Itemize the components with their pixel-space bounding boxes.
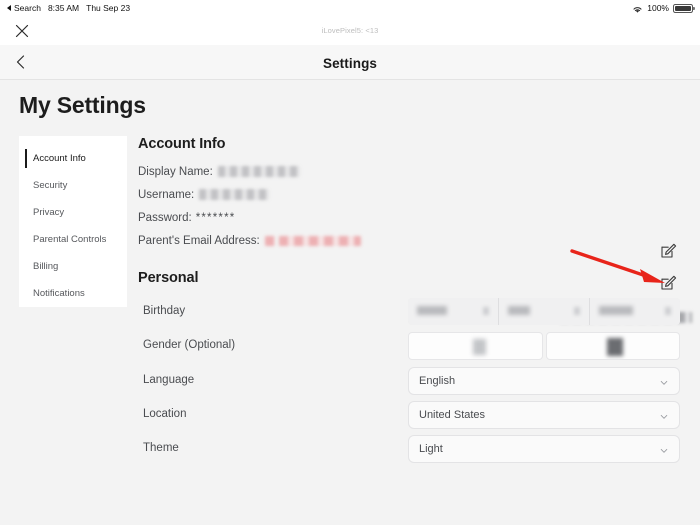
chevron-down-icon: [660, 412, 668, 420]
account-info-section: Account Info Display Name: Username: Pas…: [138, 136, 683, 252]
language-label: Language: [143, 374, 195, 386]
sidebar-item-label: Notifications: [33, 288, 85, 299]
theme-selected-value: Light: [419, 442, 443, 455]
status-bar-time: 8:35 AM: [47, 3, 80, 13]
form-row-location: Location United States: [138, 397, 683, 431]
battery-percent-label: 100%: [647, 3, 669, 13]
settings-page: My Settings Account Info Security Privac…: [0, 80, 700, 525]
parent-email-value-redacted-a: [264, 235, 275, 246]
gender-segment-right[interactable]: [545, 331, 680, 360]
ios-status-bar: Search 8:35 AM Thu Sep 23 100%: [0, 0, 700, 16]
birthday-label: Birthday: [143, 305, 186, 317]
chevron-down-icon: [483, 306, 489, 315]
form-row-theme: Theme Light: [138, 431, 683, 465]
form-row-birthday: Birthday: [138, 294, 683, 328]
birthday-segmented-control[interactable]: [408, 297, 680, 325]
sidebar-item-label: Billing: [33, 261, 59, 272]
location-label: Location: [143, 408, 187, 420]
gender-left-value-redacted: [472, 338, 486, 355]
sidebar-item-label: Account Info: [33, 153, 86, 164]
chevron-down-icon: [574, 306, 580, 315]
gender-field[interactable]: [408, 331, 680, 360]
birthday-day-value-redacted: [508, 305, 530, 315]
username-label: Username:: [138, 188, 195, 201]
battery-fill: [675, 5, 691, 11]
sidebar-item-label: Security: [33, 180, 68, 191]
birthday-month-value-redacted: [417, 305, 447, 315]
account-info-heading: Account Info: [138, 136, 226, 152]
status-bar-right: 100%: [632, 3, 695, 14]
edit-button-username[interactable]: [660, 274, 677, 291]
app-name-label: iLovePixel5: <13: [321, 26, 379, 35]
chevron-down-icon: [665, 306, 671, 315]
birthday-day-segment[interactable]: [499, 297, 590, 325]
password-label: Password:: [138, 211, 192, 224]
theme-field[interactable]: Light: [408, 434, 680, 463]
chevron-down-icon: [660, 378, 668, 386]
app-root: Search 8:35 AM Thu Sep 23 100% iLovePixe…: [0, 0, 700, 525]
birthday-year-segment[interactable]: [590, 297, 680, 325]
status-bar-left: Search 8:35 AM Thu Sep 23: [7, 3, 130, 13]
sidebar-item-privacy[interactable]: Privacy: [19, 199, 127, 226]
my-settings-heading: My Settings: [19, 92, 146, 118]
birthday-field[interactable]: [408, 297, 680, 325]
gender-segmented-control[interactable]: [408, 331, 680, 360]
language-selected-value: English: [419, 374, 456, 387]
sidebar-item-parental-controls[interactable]: Parental Controls: [19, 226, 127, 253]
location-field[interactable]: United States: [408, 400, 680, 429]
location-select[interactable]: United States: [408, 400, 680, 429]
app-chrome-bar: iLovePixel5: <13: [0, 16, 700, 45]
sidebar-item-security[interactable]: Security: [19, 172, 127, 199]
status-bar-back-label[interactable]: Search: [14, 3, 41, 13]
language-select[interactable]: English: [408, 366, 680, 395]
sidebar-item-billing[interactable]: Billing: [19, 253, 127, 280]
gender-right-value-redacted: [607, 337, 624, 356]
sidebar-item-notifications[interactable]: Notifications: [19, 280, 127, 307]
navigation-bar: Settings: [0, 45, 700, 80]
birthday-year-value-redacted: [599, 305, 633, 315]
sidebar-item-label: Privacy: [33, 207, 65, 218]
sidebar-item-account-info[interactable]: Account Info: [19, 145, 127, 172]
row-username: Username:: [138, 183, 683, 206]
username-value-redacted: [199, 189, 270, 200]
gender-label: Gender (Optional): [143, 339, 236, 351]
theme-label: Theme: [143, 442, 179, 454]
parent-email-value-redacted-b: [278, 235, 361, 246]
theme-select[interactable]: Light: [408, 434, 680, 463]
display-name-value-redacted: [217, 166, 300, 177]
edit-button-display-name[interactable]: [660, 242, 677, 259]
location-selected-value: United States: [419, 408, 486, 421]
chevron-down-icon: [660, 446, 668, 454]
row-password: Password: *******: [138, 206, 683, 229]
sidebar-item-label: Parental Controls: [33, 234, 107, 245]
settings-sidebar: Account Info Security Privacy Parental C…: [19, 136, 127, 307]
birthday-month-segment[interactable]: [408, 297, 499, 325]
page-title: Settings: [322, 56, 378, 71]
display-name-label: Display Name:: [138, 165, 213, 178]
wifi-icon: [632, 5, 643, 14]
language-field[interactable]: English: [408, 366, 680, 395]
personal-heading: Personal: [138, 270, 199, 286]
form-row-language: Language English: [138, 363, 683, 397]
gender-segment-left[interactable]: [408, 331, 543, 360]
battery-icon: [673, 3, 695, 13]
status-bar-date: Thu Sep 23: [86, 3, 131, 13]
row-display-name: Display Name:: [138, 160, 683, 183]
back-triangle-icon[interactable]: [7, 5, 11, 11]
password-value: *******: [195, 211, 236, 224]
row-parent-email: Parent's Email Address:: [138, 229, 683, 252]
parent-email-label: Parent's Email Address:: [138, 234, 260, 247]
form-row-gender: Gender (Optional): [138, 328, 683, 362]
